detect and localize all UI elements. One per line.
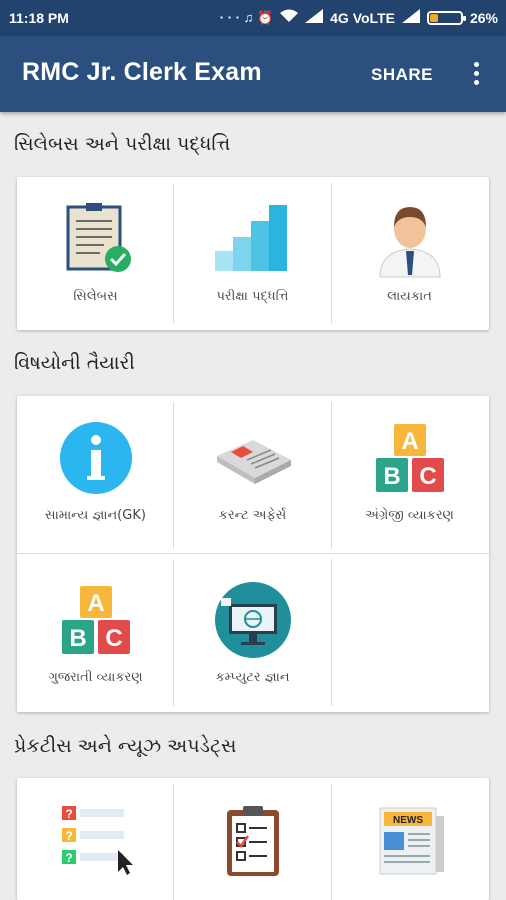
- wifi-icon: [280, 9, 299, 27]
- tile-quiz[interactable]: ? ? ?: [17, 778, 174, 900]
- tile-computer[interactable]: કમ્પ્યુટર જ્ઞાન: [174, 558, 331, 708]
- svg-text:?: ?: [65, 851, 72, 865]
- app-title: RMC Jr. Clerk Exam: [22, 58, 262, 86]
- divider: [331, 784, 332, 900]
- svg-text:?: ?: [65, 829, 72, 843]
- divider: [173, 183, 174, 324]
- app-bar: RMC Jr. Clerk Exam SHARE: [0, 36, 506, 112]
- svg-text:A: A: [401, 428, 418, 455]
- info-icon: [59, 422, 132, 494]
- tile-eligibility[interactable]: લાયકાત: [331, 177, 488, 327]
- tile-label-english-grammar: અંગ્રેજી વ્યાકરણ: [365, 508, 454, 523]
- tile-exam-pattern[interactable]: પરીક્ષા પદ્ધત્તિ: [174, 177, 331, 327]
- section-title-practice: પ્રેકટીસ અને ન્યૂઝ અપડેટ્સ: [14, 735, 237, 757]
- syllabus-icon: [66, 203, 131, 272]
- divider: [331, 183, 332, 324]
- svg-text:B: B: [69, 625, 86, 652]
- practice-card: ? ? ? NEWS: [17, 778, 489, 900]
- divider: [331, 402, 332, 549]
- person-icon: [378, 207, 441, 278]
- divider: [173, 784, 174, 900]
- svg-text:B: B: [383, 463, 400, 490]
- tile-label-eligibility: લાયકાત: [387, 289, 432, 304]
- share-button[interactable]: SHARE: [371, 65, 433, 85]
- newspaper-icon: [216, 440, 291, 484]
- battery-percent: 26%: [469, 10, 498, 26]
- computer-icon: [214, 582, 291, 658]
- tile-label-computer: કમ્પ્યુટર જ્ઞાન: [215, 670, 290, 685]
- signal-icon: [305, 9, 324, 27]
- divider: [173, 559, 174, 706]
- bar-steps-icon: [214, 205, 287, 271]
- news-icon: NEWS: [379, 807, 444, 875]
- tile-english-grammar[interactable]: A B C અંગ્રેજી વ્યાકરણ: [331, 396, 488, 546]
- tile-label-syllabus: સિલેબસ: [73, 289, 118, 304]
- divider: [173, 402, 174, 549]
- quiz-list-icon: ? ? ?: [61, 806, 133, 875]
- status-time: 11:18 PM: [9, 10, 69, 26]
- more-vert-icon[interactable]: [466, 62, 486, 88]
- divider: [331, 559, 332, 706]
- tile-gk[interactable]: સામાન્ય જ્ઞાન(GK): [17, 396, 174, 546]
- tile-syllabus[interactable]: સિલેબસ: [17, 177, 174, 327]
- notification-icons: · · · ♫ ⏰: [219, 10, 274, 25]
- signal-icon-2: [401, 9, 420, 27]
- tile-checklist[interactable]: [174, 778, 331, 900]
- tile-label-gk: સામાન્ય જ્ઞાન(GK): [45, 508, 146, 523]
- tile-current-affairs[interactable]: કરન્ટ અફેર્સ: [174, 396, 331, 546]
- subjects-card: સામાન્ય જ્ઞાન(GK) કરન્ટ અફેર્સ A B C અંગ…: [17, 396, 489, 712]
- svg-text:A: A: [87, 590, 104, 617]
- section-title-syllabus: સિલેબસ અને પરીક્ષા પદ્ધત્તિ: [14, 133, 231, 155]
- tile-label-gujarati-grammar: ગુજરાતી વ્યાકરણ: [48, 670, 143, 685]
- svg-text:C: C: [105, 625, 122, 652]
- tile-label-current-affairs: કરન્ટ અફેર્સ: [218, 508, 287, 523]
- status-bar: 11:18 PM · · · ♫ ⏰ 4G VoLTE 26%: [0, 0, 506, 36]
- tile-gujarati-grammar[interactable]: A B C ગુજરાતી વ્યાકરણ: [17, 558, 174, 708]
- abc-blocks-icon: A B C: [375, 424, 444, 492]
- tile-label-exam-pattern: પરીક્ષા પદ્ધત્તિ: [216, 289, 289, 304]
- clipboard-checklist-icon: [226, 806, 279, 876]
- section-title-subjects: વિષયોની તૈયારી: [14, 352, 135, 374]
- abc-blocks-icon: A B C: [61, 586, 130, 654]
- syllabus-card: સિલેબસ પરીક્ષા પદ્ધત્તિ લાયકાત: [17, 177, 489, 330]
- network-label: 4G VoLTE: [330, 10, 395, 26]
- news-icon-text: NEWS: [393, 815, 423, 826]
- tile-news[interactable]: NEWS: [331, 778, 488, 900]
- svg-text:?: ?: [65, 807, 72, 821]
- svg-text:C: C: [419, 463, 436, 490]
- divider: [17, 553, 489, 554]
- battery-icon: [426, 11, 466, 25]
